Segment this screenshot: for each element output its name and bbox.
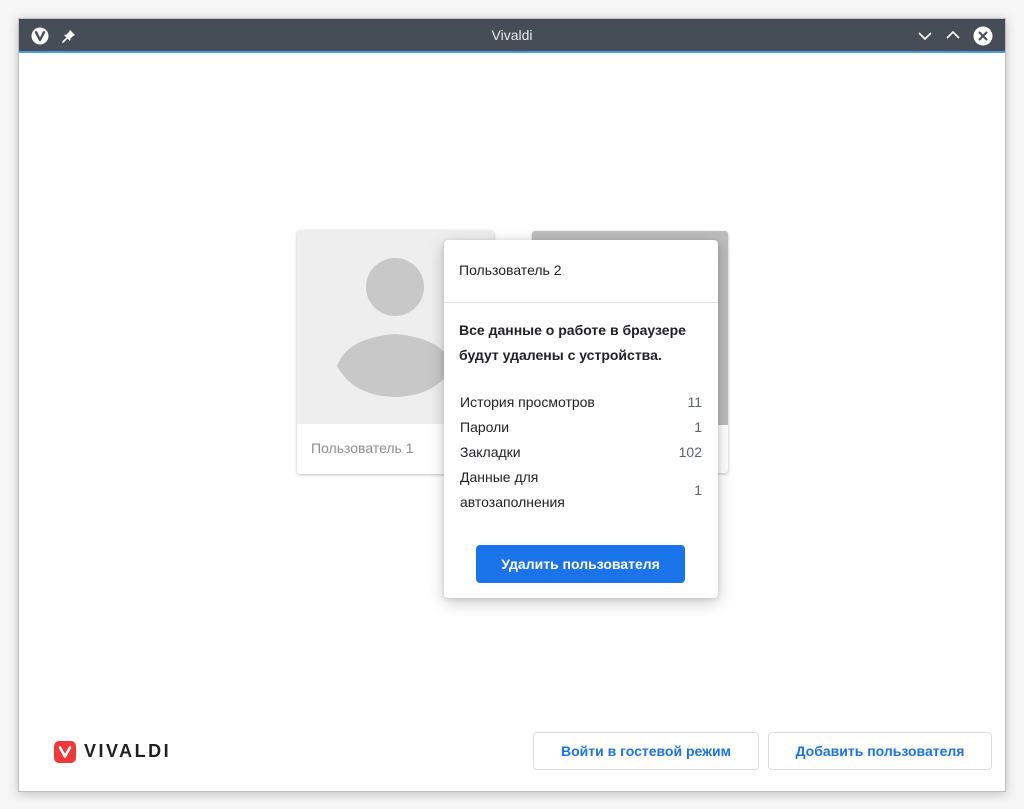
stat-row-bookmarks: Закладки 102	[460, 440, 702, 465]
stat-count: 102	[678, 444, 702, 460]
delete-warning-text: Все данные о работе в браузере будут уда…	[459, 322, 686, 363]
minimize-chevron-down-icon[interactable]	[917, 29, 933, 43]
stat-count: 1	[694, 482, 702, 498]
stat-label: Пароли	[460, 419, 510, 435]
delete-user-button[interactable]: Удалить пользователя	[476, 545, 685, 583]
close-icon[interactable]	[973, 26, 993, 46]
stat-label: История просмотров	[460, 394, 595, 410]
popover-profile-name: Пользователь 2	[459, 262, 562, 278]
vivaldi-wordmark: VIVALDI	[84, 741, 172, 761]
stat-count: 1	[694, 419, 702, 435]
vivaldi-logo-icon	[54, 741, 76, 768]
browsing-data-stats: История просмотров 11 Пароли 1 Закладки …	[460, 390, 702, 515]
stat-row-autofill: Данные для автозаполнения 1	[460, 465, 702, 515]
window-title: Vivaldi	[491, 27, 533, 43]
profile-picker: Пользователь 1 Пользователь 2 Все данные…	[19, 53, 1005, 791]
stat-label: Закладки	[460, 444, 521, 460]
guest-mode-button[interactable]: Войти в гостевой режим	[533, 732, 759, 770]
title-bar: Vivaldi	[19, 19, 1005, 53]
profile-name: Пользователь 1	[311, 440, 414, 456]
stat-label: Данные для автозаполнения	[460, 469, 565, 510]
delete-profile-popover: Пользователь 2 Все данные о работе в бра…	[444, 240, 718, 598]
stat-row-passwords: Пароли 1	[460, 415, 702, 440]
stat-row-history: История просмотров 11	[460, 390, 702, 415]
vivaldi-window: Vivaldi Пользователь 1 Пользователь 2 Вс…	[18, 18, 1006, 792]
stat-count: 11	[687, 394, 702, 410]
add-user-button[interactable]: Добавить пользователя	[768, 732, 992, 770]
divider	[444, 302, 718, 303]
maximize-chevron-up-icon[interactable]	[945, 28, 961, 42]
